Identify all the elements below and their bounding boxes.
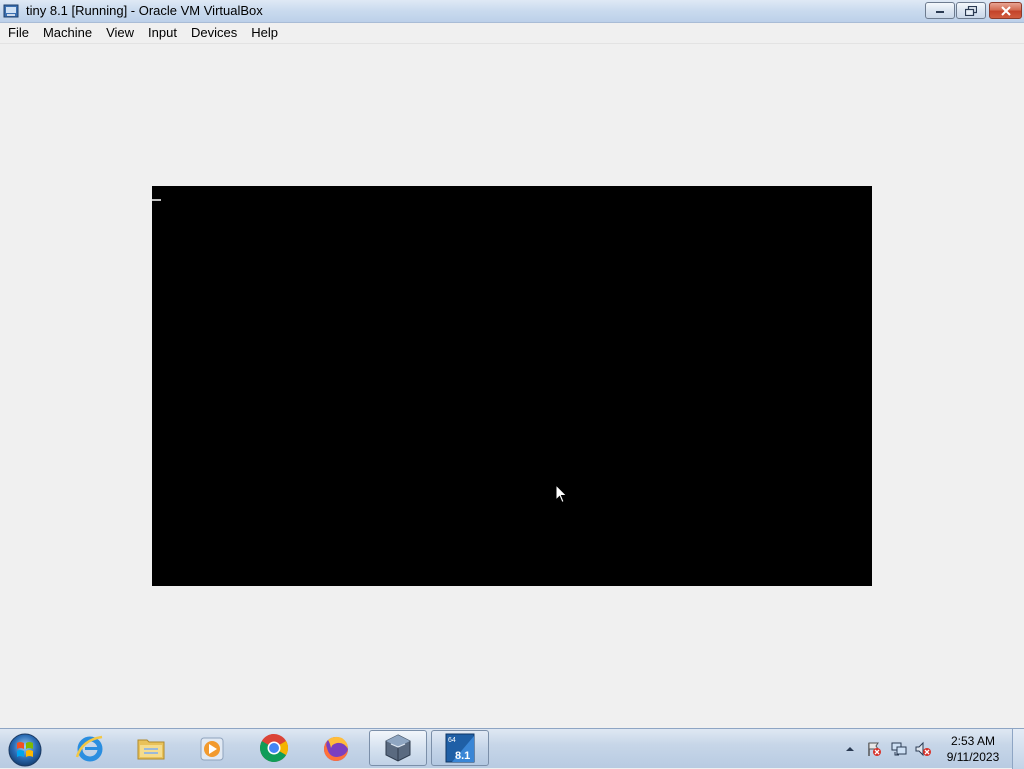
taskbar-tiny-vm[interactable]: 64 8.1 xyxy=(431,730,489,766)
clock-time: 2:53 AM xyxy=(950,734,996,748)
menu-machine[interactable]: Machine xyxy=(36,23,99,43)
start-button[interactable] xyxy=(7,731,43,767)
text-cursor xyxy=(152,199,161,201)
clock[interactable]: 2:53 AM 9/11/2023 xyxy=(940,733,1006,765)
menu-bar: File Machine View Input Devices Help xyxy=(0,23,1024,44)
network-icon[interactable] xyxy=(891,741,907,757)
volume-muted-icon[interactable] xyxy=(915,741,931,757)
taskbar-chrome[interactable] xyxy=(245,730,303,766)
internet-explorer-icon xyxy=(75,735,103,762)
restore-button[interactable] xyxy=(956,2,986,19)
menu-devices[interactable]: Devices xyxy=(184,23,244,43)
close-icon xyxy=(1000,5,1011,16)
virtualbox-window: tiny 8.1 [Running] - Oracle VM VirtualBo… xyxy=(0,0,1024,728)
menu-file[interactable]: File xyxy=(0,23,36,43)
tiny-8-1-vm-icon: 64 8.1 xyxy=(445,733,475,763)
restore-icon xyxy=(965,5,977,16)
menu-view[interactable]: View xyxy=(99,23,141,43)
firefox-icon xyxy=(324,736,348,761)
title-bar[interactable]: tiny 8.1 [Running] - Oracle VM VirtualBo… xyxy=(0,0,1024,23)
menu-help[interactable]: Help xyxy=(244,23,285,43)
virtualbox-icon xyxy=(385,734,411,762)
minimize-icon xyxy=(936,10,944,13)
vm-display[interactable] xyxy=(152,186,872,586)
action-center-icon[interactable] xyxy=(866,741,882,757)
taskbar-file-explorer[interactable] xyxy=(122,730,180,766)
media-player-icon xyxy=(200,737,224,761)
mouse-pointer-icon xyxy=(555,484,568,504)
taskbar-virtualbox[interactable] xyxy=(369,730,427,766)
file-explorer-icon xyxy=(137,739,165,760)
virtualbox-app-icon[interactable] xyxy=(3,3,19,19)
vm-badge-top: 64 xyxy=(448,737,456,744)
clock-date: 9/11/2023 xyxy=(946,750,1000,764)
taskbar-media-player[interactable] xyxy=(183,730,241,766)
show-desktop-button[interactable] xyxy=(1012,729,1024,769)
chrome-icon xyxy=(260,734,288,762)
show-hidden-icons-icon[interactable] xyxy=(844,743,856,755)
window-title: tiny 8.1 [Running] - Oracle VM VirtualBo… xyxy=(26,3,263,18)
close-button[interactable] xyxy=(989,2,1022,19)
taskbar: 64 8.1 2:53 AM 9/11/2023 xyxy=(0,728,1024,769)
taskbar-internet-explorer[interactable] xyxy=(61,730,119,766)
vm-badge-version: 8.1 xyxy=(455,750,470,762)
taskbar-firefox[interactable] xyxy=(307,730,365,766)
menu-input[interactable]: Input xyxy=(141,23,184,43)
minimize-button[interactable] xyxy=(925,2,955,19)
